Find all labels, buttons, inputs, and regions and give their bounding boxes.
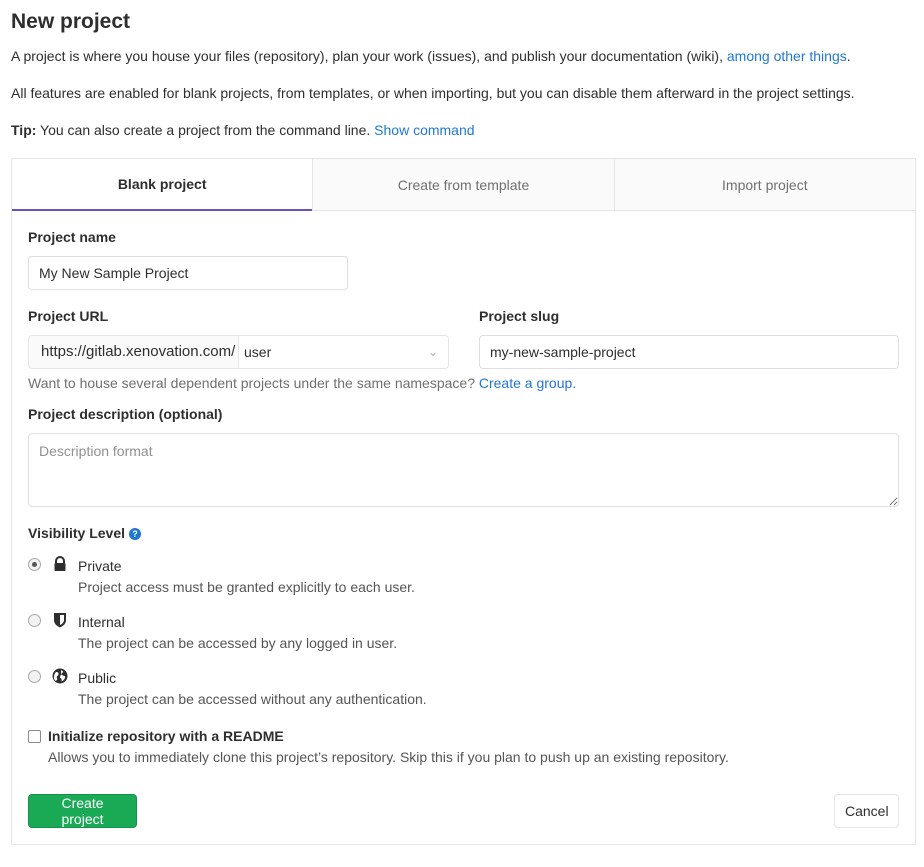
intro-end: . (846, 48, 851, 64)
project-slug-label: Project slug (479, 308, 560, 324)
chevron-down-icon: ⌄ (427, 345, 438, 359)
new-project-panel: Blank project Create from template Impor… (11, 158, 916, 845)
namespace-value: user (244, 344, 272, 360)
visibility-desc-internal: The project can be accessed by any logge… (78, 635, 398, 651)
visibility-level-text: Visibility Level (28, 525, 126, 541)
visibility-title-private: Private (78, 558, 122, 574)
intro-text: A project is where you house your files … (11, 48, 723, 64)
among-other-things-link[interactable]: among other things (727, 48, 847, 64)
visibility-level-label: Visibility Level? (28, 525, 142, 541)
tab-import-project[interactable]: Import project (613, 159, 915, 211)
namespace-help: Want to house several dependent projects… (28, 375, 576, 391)
namespace-select[interactable]: user ⌄ (238, 335, 449, 369)
visibility-radio-private[interactable] (28, 558, 41, 571)
visibility-radio-internal[interactable] (28, 614, 41, 627)
question-circle-icon[interactable]: ? (129, 528, 142, 540)
url-prefix: https://gitlab.xenovation.com/ (28, 335, 238, 369)
project-slug-input[interactable] (479, 335, 899, 369)
project-tabs: Blank project Create from template Impor… (12, 159, 915, 211)
project-url-label: Project URL (28, 308, 109, 324)
tab-blank-project[interactable]: Blank project (12, 159, 313, 211)
visibility-desc-public: The project can be accessed without any … (78, 691, 427, 707)
readme-description: Allows you to immediately clone this pro… (48, 749, 729, 765)
visibility-title-public: Public (78, 670, 117, 686)
features-paragraph: All features are enabled for blank proje… (11, 85, 855, 101)
project-description-label: Project description (optional) (28, 406, 223, 422)
page-title: New project (11, 10, 131, 33)
cancel-button[interactable]: Cancel (834, 794, 899, 828)
visibility-radio-public[interactable] (28, 670, 41, 683)
intro-paragraph: A project is where you house your files … (11, 48, 851, 64)
tip-paragraph: Tip: You can also create a project from … (11, 122, 475, 138)
project-name-input[interactable] (28, 256, 348, 290)
namespace-help-text: Want to house several dependent projects… (28, 375, 475, 391)
tip-label: Tip: (11, 122, 37, 138)
create-group-link[interactable]: Create a group. (479, 375, 576, 391)
new-project-page: New project A project is where you house… (0, 0, 924, 867)
visibility-title-internal: Internal (78, 614, 125, 630)
project-description-textarea[interactable] (28, 433, 899, 507)
create-project-button[interactable]: Create project (28, 794, 137, 828)
tab-create-from-template[interactable]: Create from template (312, 159, 614, 211)
visibility-desc-private: Project access must be granted explicitl… (78, 579, 415, 595)
readme-checkbox[interactable] (28, 730, 41, 743)
lock-icon (54, 556, 66, 571)
globe-icon (52, 668, 68, 684)
project-name-label: Project name (28, 229, 116, 245)
show-command-link[interactable]: Show command (374, 122, 474, 138)
readme-label[interactable]: Initialize repository with a README (48, 728, 284, 744)
tip-text: You can also create a project from the c… (40, 122, 371, 138)
shield-icon (54, 613, 66, 628)
